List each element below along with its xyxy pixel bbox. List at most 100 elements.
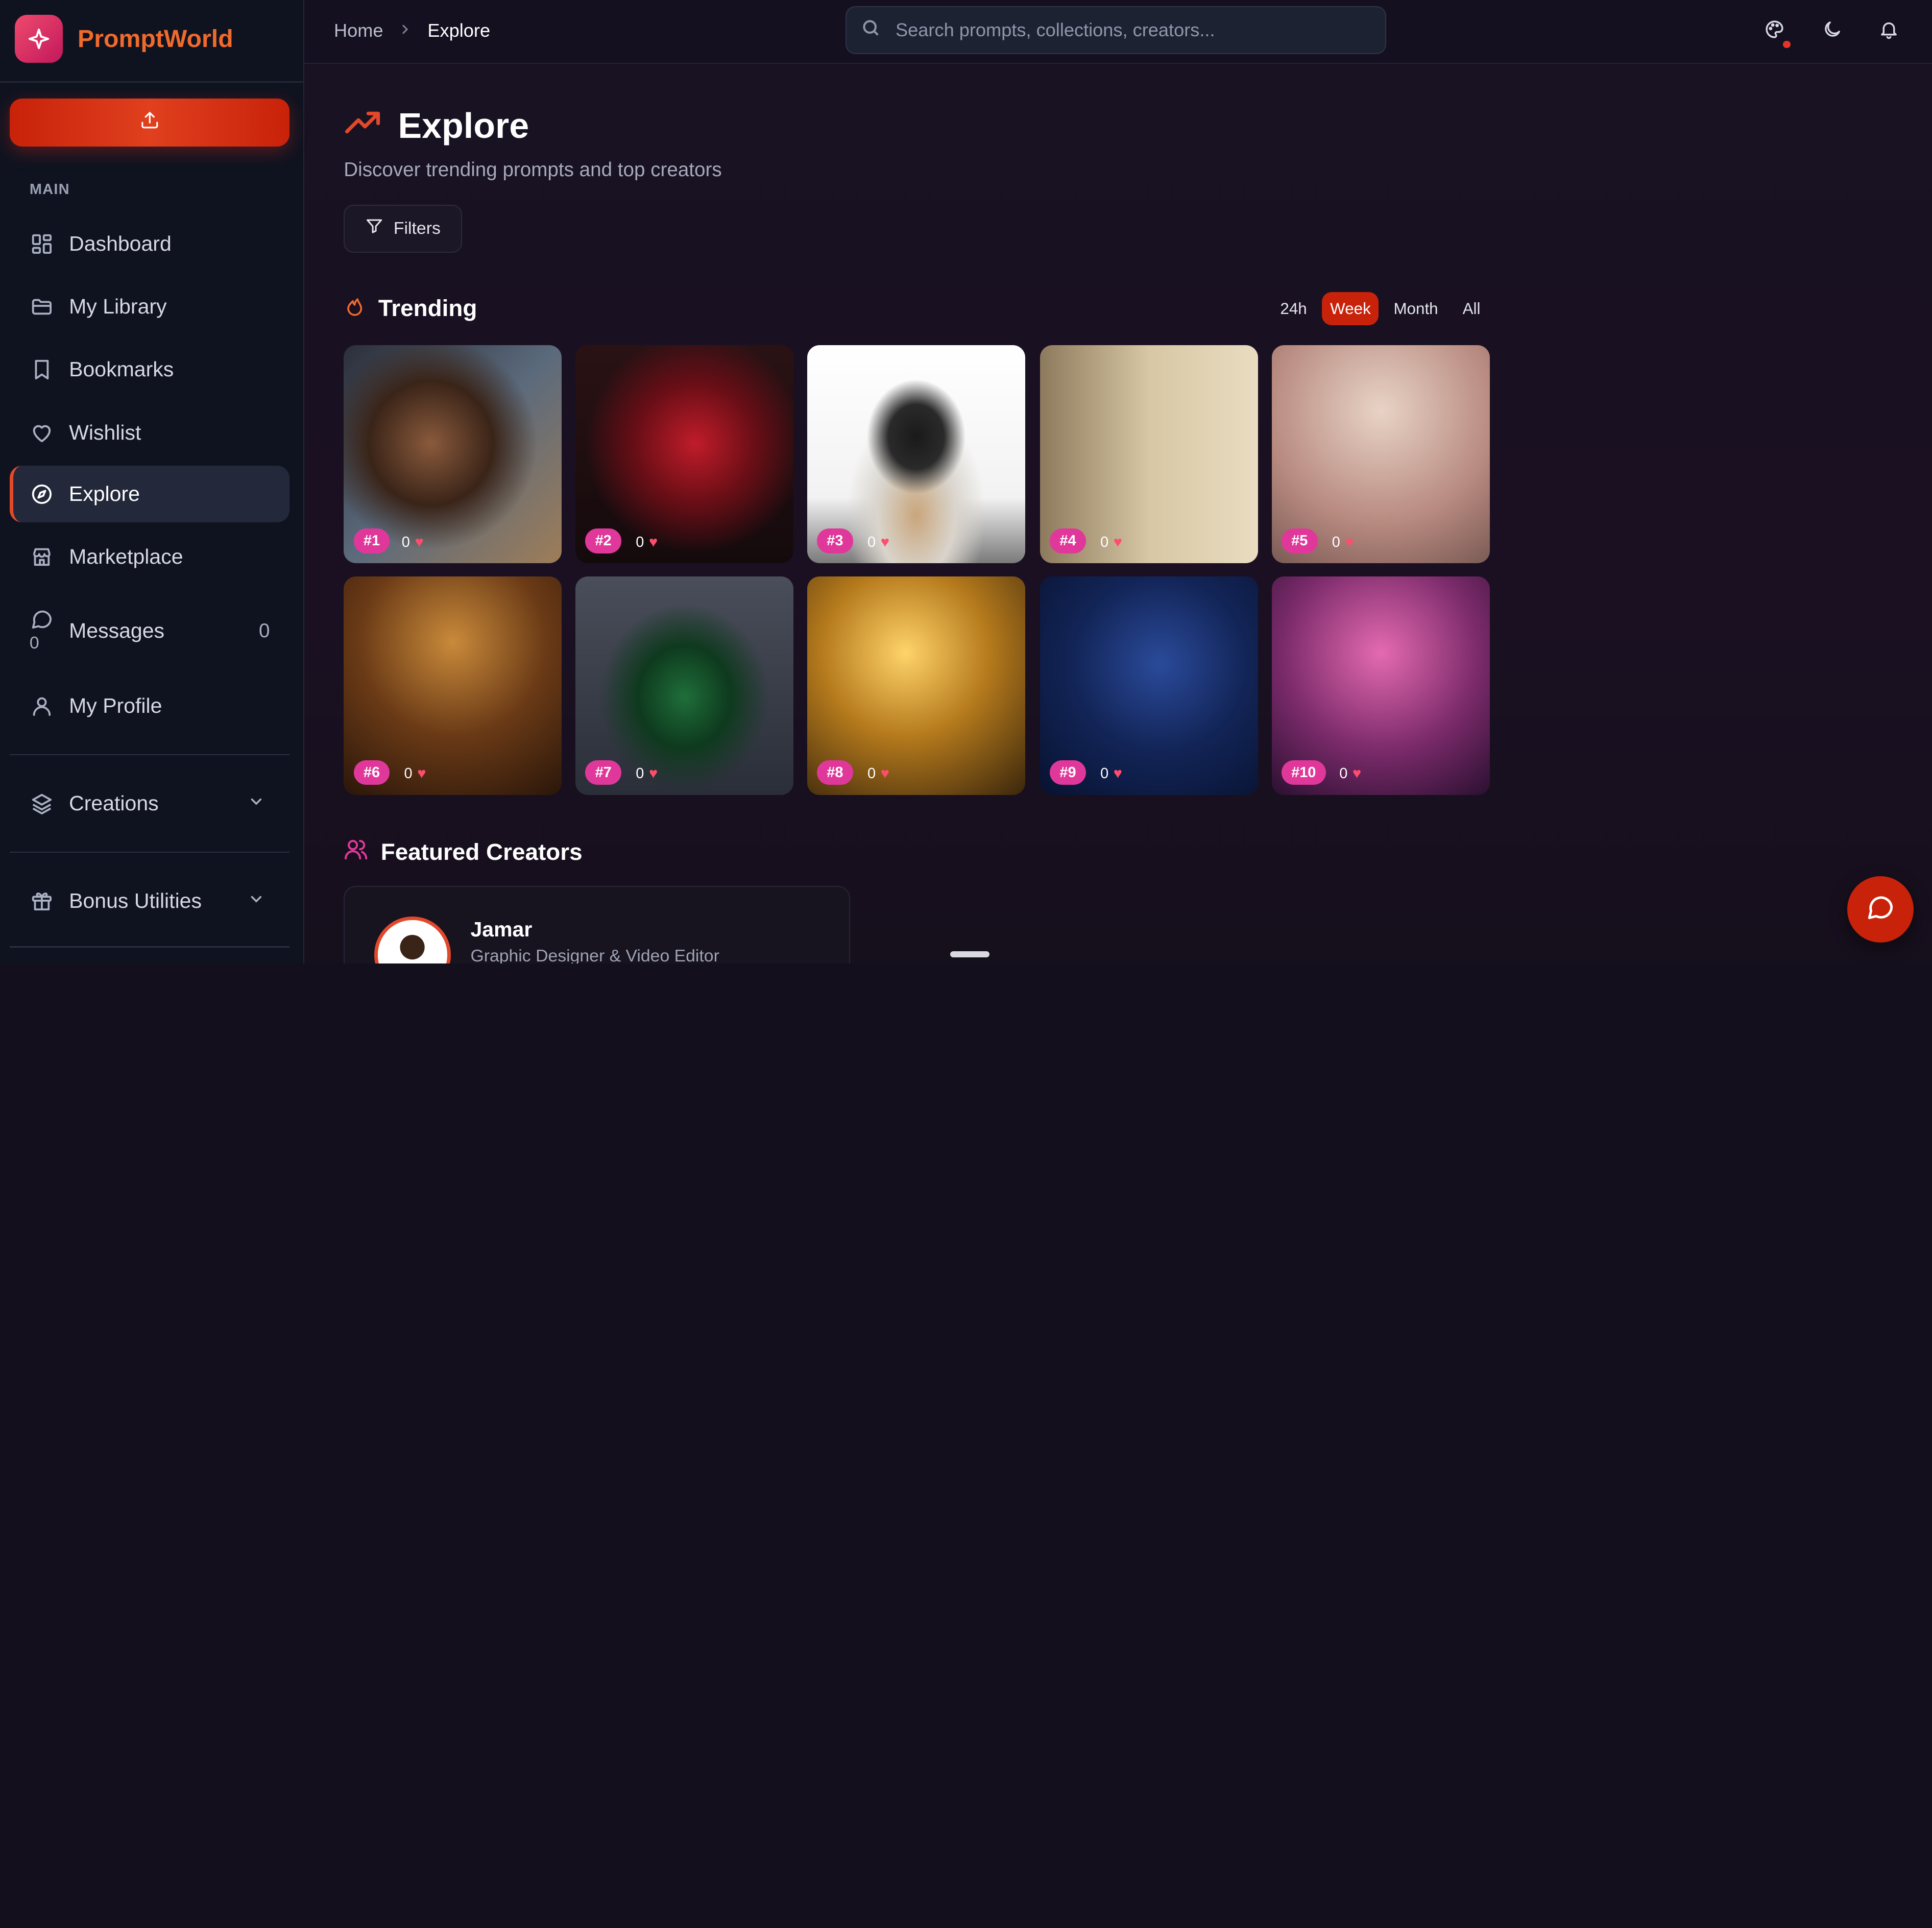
sidebar-group-creations[interactable]: Creations [10,775,289,832]
period-all[interactable]: All [1454,292,1489,325]
trending-card-6[interactable]: #6 0 ♥ [344,576,562,795]
heart-icon: ♥ [415,534,424,550]
section-label-main: MAIN [29,181,70,198]
trending-card-2[interactable]: #2 0 ♥ [575,345,794,563]
creator-name: Jamar [470,918,533,942]
sidebar-item-my-profile[interactable]: My Profile [10,678,289,734]
search-icon [861,18,881,43]
compass-icon [30,482,54,507]
chat-icon [1866,892,1895,927]
folder-icon [30,295,54,319]
search-bar[interactable] [845,6,1386,55]
chevron-right-icon [398,20,413,41]
sidebar-item-messages[interactable]: Messages 0 [10,602,289,659]
breadcrumb: Home Explore [334,20,490,41]
brand[interactable]: PromptWorld [14,14,233,63]
heart-icon: ♥ [1113,534,1122,550]
featured-header: Featured Creators [344,837,583,867]
rank-badge: #7 [585,760,622,785]
page-subtitle: Discover trending prompts and top creato… [344,159,722,181]
gift-icon [30,888,54,913]
rank-badge: #8 [817,760,853,785]
layers-icon [30,791,54,815]
dark-mode-toggle[interactable] [1816,16,1848,48]
filters-button[interactable]: Filters [344,204,462,253]
sidebar: PromptWorld MAIN Dashboard My Library Bo… [0,0,305,964]
heart-icon: ♥ [880,534,889,550]
period-24h[interactable]: 24h [1272,292,1316,325]
users-icon [344,837,368,867]
creator-card[interactable]: Jamar Graphic Designer & Video Editor [344,886,851,964]
sidebar-item-label: Bookmarks [69,357,174,381]
likes-count: 0 ♥ [636,765,658,782]
notifications-button[interactable] [1873,16,1905,48]
sidebar-item-label: My Library [69,295,167,319]
palette-icon [1764,19,1785,45]
chevron-down-icon [248,791,265,815]
sidebar-item-label: Dashboard [69,232,172,256]
heart-icon: ♥ [880,765,889,782]
trending-card-10[interactable]: #10 0 ♥ [1271,576,1490,795]
sidebar-item-label: My Profile [69,694,162,718]
rank-badge: #10 [1281,760,1326,785]
sidebar-item-wishlist[interactable]: Wishlist [10,404,289,461]
filter-icon [365,217,383,240]
sidebar-group-label: Creations [69,791,159,815]
search-input[interactable] [896,19,1364,41]
breadcrumb-home[interactable]: Home [334,20,383,41]
trending-card-8[interactable]: #8 0 ♥ [807,576,1025,795]
sidebar-item-my-library[interactable]: My Library [10,278,289,335]
heart-icon: ♥ [648,534,658,550]
sidebar-item-label: Messages [69,619,165,643]
trending-card-1[interactable]: #1 0 ♥ [344,345,562,563]
heart-icon: ♥ [648,765,658,782]
user-icon [30,694,54,718]
page-title-text: Explore [398,106,529,146]
period-week[interactable]: Week [1322,292,1379,326]
messages-icon-count: 0 [29,633,39,653]
bell-icon [1878,19,1899,45]
sidebar-item-marketplace[interactable]: Marketplace [10,528,289,585]
rank-badge: #6 [353,760,390,785]
trending-card-3[interactable]: #3 0 ♥ [807,345,1025,563]
notification-dot [1783,40,1791,49]
sidebar-item-explore[interactable]: Explore [10,466,290,523]
scroll-indicator[interactable] [950,951,989,958]
period-month[interactable]: Month [1385,292,1447,325]
heart-icon: ♥ [417,765,426,782]
sidebar-group-bonus-utilities[interactable]: Bonus Utilities [10,873,289,929]
heart-icon [30,420,54,445]
rank-badge: #1 [353,528,390,553]
moon-icon [1822,19,1843,45]
bookmark-icon [30,357,54,382]
chat-button[interactable] [1847,876,1914,943]
likes-count: 0 ♥ [1100,765,1122,782]
upload-button[interactable] [10,99,290,147]
filters-label: Filters [393,219,441,238]
sparkle-logo-icon [14,14,63,63]
sidebar-item-label: Explore [68,482,140,506]
message-icon [30,606,54,631]
store-icon [30,545,54,569]
likes-count: 0 ♥ [867,765,889,782]
likes-count: 0 ♥ [1339,765,1362,782]
trending-up-icon [344,104,383,148]
breadcrumb-current: Explore [427,19,491,41]
likes-count: 0 ♥ [404,765,426,782]
trending-card-7[interactable]: #7 0 ♥ [575,576,794,795]
upload-icon [140,110,160,135]
divider [10,754,290,756]
sidebar-item-dashboard[interactable]: Dashboard [10,215,289,272]
trending-card-5[interactable]: #5 0 ♥ [1271,345,1490,563]
featured-title: Featured Creators [380,838,583,865]
trending-header: Trending [344,295,477,322]
likes-count: 0 ♥ [867,534,889,550]
rank-badge: #5 [1281,528,1318,553]
likes-count: 0 ♥ [1100,534,1122,550]
sidebar-item-bookmarks[interactable]: Bookmarks [10,341,289,398]
heart-icon: ♥ [1345,534,1354,550]
theme-palette-button[interactable] [1758,16,1791,49]
trending-card-4[interactable]: #4 0 ♥ [1040,345,1258,563]
page-title: Explore [344,104,529,148]
trending-card-9[interactable]: #9 0 ♥ [1040,576,1258,795]
